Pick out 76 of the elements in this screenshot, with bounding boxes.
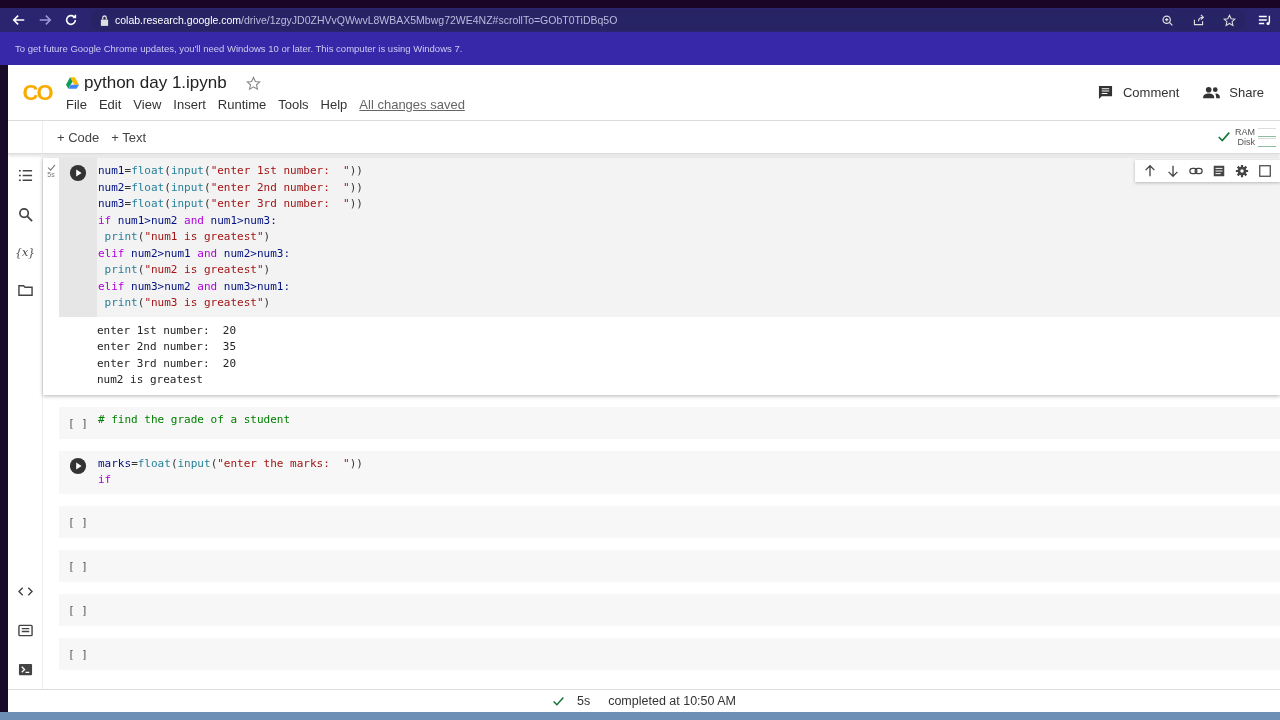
- code-line: num1=float(input("enter 1st number: ")): [98, 163, 363, 179]
- execution-duration: 5s: [576, 694, 591, 708]
- cell-prompt: [ ]: [68, 646, 88, 663]
- code-line: if: [98, 472, 113, 488]
- code-line: num3=float(input("enter 3rd number: ")): [98, 196, 363, 212]
- folder-icon[interactable]: [17, 283, 33, 298]
- variables-icon[interactable]: {x}: [14, 246, 36, 259]
- code-line: # find the grade of a student: [98, 411, 291, 428]
- code-line: if num1>num2 and num1>num3:: [98, 212, 278, 229]
- add-code-button[interactable]: + Code: [51, 125, 106, 149]
- search-icon[interactable]: [17, 207, 33, 222]
- menu-item[interactable]: Help: [320, 97, 348, 112]
- code-line: marks=float(input("enter the marks: ")): [98, 455, 363, 472]
- lock-icon: [100, 14, 109, 26]
- comment-button[interactable]: Comment: [1090, 81, 1186, 104]
- check-icon: [551, 694, 565, 708]
- address-bar[interactable]: colab.research.google.com/drive/1zgyJD0ZHVvQWwvL8WBAX5Mbwg72WE4NZ#scrollTo=GObT0TiDBq5O: [90, 9, 1246, 31]
- menu-item[interactable]: View: [133, 97, 162, 112]
- code-cell[interactable]: [ ]: [59, 637, 1280, 670]
- settings-icon[interactable]: [1235, 164, 1249, 178]
- cell-prompt: [ ]: [68, 514, 88, 531]
- mirror-cell-icon[interactable]: [1258, 164, 1272, 178]
- back-icon[interactable]: [12, 13, 26, 27]
- toc-icon[interactable]: [17, 168, 33, 183]
- run-button[interactable]: [69, 164, 87, 182]
- playlist-icon[interactable]: [1258, 13, 1272, 27]
- code-cell[interactable]: [ ]: [59, 549, 1280, 582]
- drive-icon: [66, 77, 79, 89]
- people-icon: [1203, 85, 1221, 100]
- code-line: num2=float(input("enter 2nd number: ")): [98, 179, 363, 196]
- terminal-icon[interactable]: [17, 662, 33, 677]
- code-line: print("num1 is greatest"): [103, 229, 272, 245]
- code-cell[interactable]: [ ] # find the grade of a student: [59, 406, 1280, 439]
- code-cell[interactable]: [ ]: [59, 593, 1280, 626]
- menu-item[interactable]: Insert: [173, 97, 206, 112]
- code-line: print("num2 is greatest"): [103, 262, 272, 278]
- notebook-title[interactable]: python day 1.ipynb: [84, 73, 227, 93]
- comment-icon[interactable]: [1212, 164, 1226, 178]
- comment-icon: [1096, 85, 1114, 100]
- code-cell[interactable]: marks=float(input("enter the marks: ")) if: [59, 450, 1280, 494]
- check-icon: [1217, 130, 1231, 144]
- code-line: elif num3>num2 and num3>num1:: [98, 278, 292, 295]
- command-palette-icon[interactable]: [17, 623, 33, 638]
- move-down-icon[interactable]: [1166, 164, 1180, 178]
- output-line: enter 2nd number: 35: [97, 339, 238, 355]
- add-text-button[interactable]: + Text: [105, 125, 153, 149]
- code-cell[interactable]: [59, 158, 1280, 317]
- cell-prompt: [ ]: [68, 415, 88, 432]
- check-icon: [46, 164, 56, 171]
- code-line: elif num2>num1 and num2>num3:: [98, 245, 292, 262]
- code-line: print("num3 is greatest"): [103, 295, 272, 311]
- resource-label: RAM: [1235, 127, 1255, 137]
- menu-item[interactable]: Tools: [278, 97, 309, 112]
- move-up-icon[interactable]: [1143, 164, 1157, 178]
- menu-item[interactable]: File: [66, 97, 87, 112]
- resource-meter: [1258, 127, 1276, 137]
- save-status-link[interactable]: All changes saved: [359, 97, 465, 112]
- share-icon[interactable]: [1192, 13, 1205, 27]
- menu-item[interactable]: Edit: [98, 97, 122, 112]
- run-button[interactable]: [69, 456, 87, 475]
- share-button[interactable]: Share: [1197, 81, 1270, 104]
- update-notice: To get future Google Chrome updates, you'll need Windows 10 or later. This computer is using Windows 7.: [15, 43, 463, 54]
- cell-prompt: [ ]: [68, 602, 88, 619]
- resource-label: Disk: [1237, 137, 1255, 147]
- reload-icon[interactable]: [64, 13, 78, 27]
- zoom-icon[interactable]: [1161, 13, 1174, 27]
- forward-icon[interactable]: [38, 13, 52, 27]
- output-line: num2 is greatest: [97, 372, 204, 388]
- code-cell[interactable]: [ ]: [59, 505, 1280, 538]
- star-icon[interactable]: [245, 75, 261, 91]
- output-line: enter 3rd number: 20: [97, 355, 238, 372]
- status-message: completed at 10:50 AM: [608, 694, 737, 708]
- output-line: enter 1st number: 20: [97, 322, 238, 339]
- resource-meter: [1258, 137, 1276, 147]
- menu-item[interactable]: Runtime: [217, 97, 267, 112]
- cell-prompt: [ ]: [68, 558, 88, 575]
